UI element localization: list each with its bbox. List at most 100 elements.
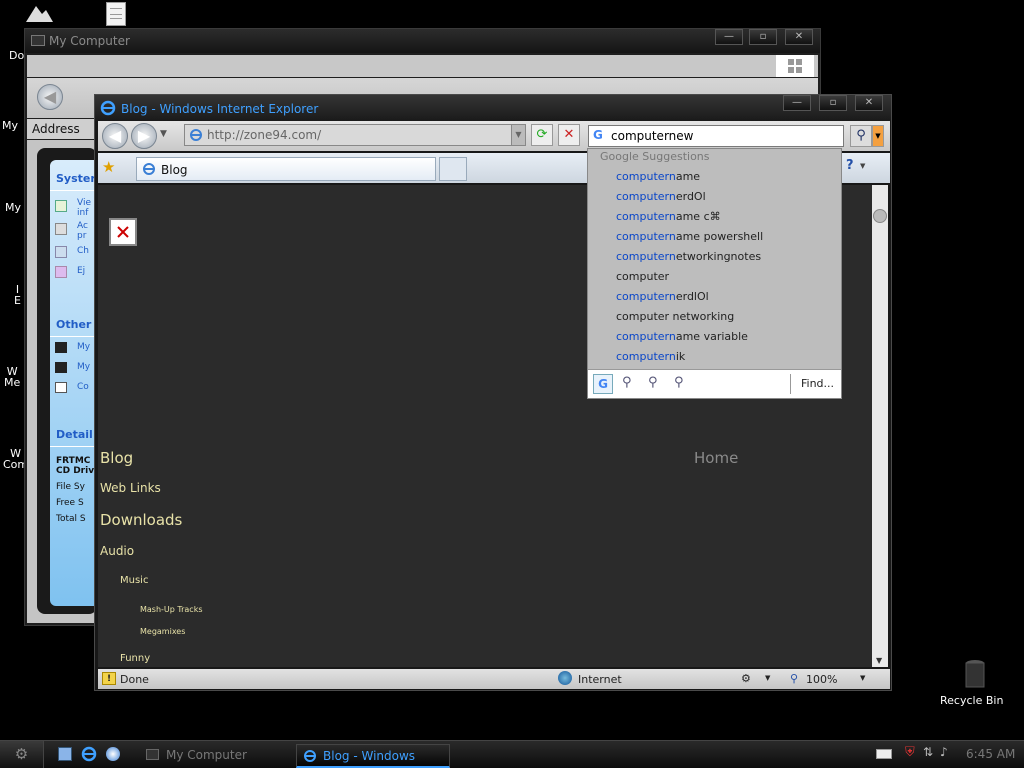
- recycle-bin-label[interactable]: Recycle Bin: [940, 694, 1003, 707]
- ie-task-icon: [304, 750, 316, 762]
- media-player-icon[interactable]: [106, 747, 120, 761]
- recycle-bin-icon[interactable]: [963, 658, 987, 690]
- suggestion-item[interactable]: computernerdOl: [616, 190, 706, 203]
- suggestion-item[interactable]: computer: [616, 270, 669, 283]
- suggestion-item[interactable]: computername: [616, 170, 700, 183]
- system-tasks-heading[interactable]: Syster: [56, 172, 96, 185]
- windows-logo: [776, 55, 814, 77]
- scroll-down-icon[interactable]: ▼: [876, 656, 882, 665]
- other-place-link[interactable]: My: [77, 342, 90, 352]
- security-shield-icon[interactable]: ⛨: [905, 745, 915, 760]
- nav-link-home[interactable]: Home: [694, 449, 738, 467]
- suggestion-item[interactable]: computername c⌘: [616, 210, 721, 223]
- zoom-icon[interactable]: ⚲: [790, 672, 798, 685]
- nav-link-funny[interactable]: Funny: [120, 653, 150, 664]
- other-place-link[interactable]: Co: [77, 382, 89, 392]
- ie-quicklaunch-icon[interactable]: [81, 746, 98, 763]
- nav-link-downloads[interactable]: Downloads: [100, 511, 182, 529]
- vertical-scrollbar[interactable]: ▼: [872, 185, 888, 667]
- favorites-star-icon[interactable]: ★: [102, 158, 115, 176]
- keyboard-icon[interactable]: [876, 749, 892, 759]
- close-button[interactable]: ✕: [855, 95, 883, 111]
- refresh-button[interactable]: ⟳: [531, 124, 553, 146]
- scroll-thumb[interactable]: [873, 209, 887, 223]
- protected-mode-icon[interactable]: ⚙: [741, 672, 751, 685]
- suggestion-item[interactable]: computernetworkingnotes: [616, 250, 761, 263]
- broken-image-icon: [109, 218, 137, 246]
- desktop-icon-label[interactable]: I E: [14, 284, 21, 306]
- my-computer-titlebar[interactable]: My Computer — ▫ ✕: [25, 29, 820, 53]
- nav-link-mashup-tracks[interactable]: Mash-Up Tracks: [140, 605, 203, 614]
- other-places-heading[interactable]: Other: [56, 318, 91, 331]
- other-place-link[interactable]: My: [77, 362, 90, 372]
- suggestion-item[interactable]: computer networking: [616, 310, 734, 323]
- suggestion-item[interactable]: computername powershell: [616, 230, 763, 243]
- system-task-link[interactable]: Ej: [77, 266, 85, 276]
- forward-button[interactable]: ▶: [131, 123, 157, 149]
- system-task-link[interactable]: Ch: [77, 246, 89, 256]
- search-provider-icon[interactable]: ⚲: [648, 375, 658, 390]
- close-button[interactable]: ✕: [785, 29, 813, 45]
- back-button[interactable]: ◀: [102, 123, 128, 149]
- nav-link-audio[interactable]: Audio: [100, 544, 134, 558]
- minimize-button[interactable]: —: [715, 29, 743, 45]
- search-button[interactable]: ⚲: [850, 125, 872, 147]
- history-dropdown-icon[interactable]: ▼: [160, 129, 167, 139]
- network-icon[interactable]: ⇅: [923, 745, 933, 759]
- minimize-button[interactable]: —: [783, 95, 811, 111]
- address-field[interactable]: http://zone94.com/ ▼: [184, 124, 526, 146]
- zone-label[interactable]: Internet: [578, 673, 622, 686]
- system-task-link[interactable]: Vie inf: [77, 198, 91, 218]
- warning-icon[interactable]: !: [102, 672, 116, 685]
- task-my-computer[interactable]: My Computer: [140, 744, 290, 768]
- status-text: Done: [120, 673, 149, 686]
- ie-titlebar[interactable]: Blog - Windows Internet Explorer — ▫ ✕: [95, 95, 891, 121]
- task-ie-blog[interactable]: Blog - Windows Inter...: [296, 744, 450, 768]
- computer-icon: [146, 749, 159, 760]
- desktop-icon-label[interactable]: My: [2, 119, 18, 132]
- page-icon: [190, 129, 202, 141]
- search-input[interactable]: G computernew: [588, 125, 844, 147]
- details-heading[interactable]: Detail: [56, 428, 93, 441]
- new-tab-button[interactable]: [439, 157, 467, 181]
- zoom-dropdown-icon[interactable]: ▼: [860, 674, 865, 682]
- nav-link-music[interactable]: Music: [120, 575, 148, 586]
- suggestion-item[interactable]: computernik: [616, 350, 685, 363]
- start-button[interactable]: ⚙: [0, 741, 44, 768]
- find-button[interactable]: Find...: [801, 377, 834, 390]
- google-provider-icon[interactable]: G: [593, 374, 613, 394]
- zoom-level[interactable]: 100%: [806, 673, 837, 686]
- tab-blog[interactable]: Blog: [136, 157, 436, 181]
- system-task-link[interactable]: Ac pr: [77, 221, 88, 241]
- back-button[interactable]: ◀: [37, 84, 63, 110]
- maximize-button[interactable]: ▫: [749, 29, 777, 45]
- details-line: Free S: [56, 498, 84, 508]
- suggestions-heading: Google Suggestions: [600, 150, 710, 163]
- desktop-icon-mountain[interactable]: [24, 2, 54, 24]
- help-icon[interactable]: ?: [846, 158, 854, 173]
- help-dropdown-icon[interactable]: ▼: [860, 162, 865, 170]
- search-options-icon[interactable]: ▼: [872, 125, 884, 147]
- task-label: My Computer: [166, 748, 247, 762]
- settings-dropdown-icon[interactable]: ▼: [765, 674, 770, 682]
- taskbar: ⚙ My Computer Blog - Windows Inter... ⛨ …: [0, 740, 1024, 768]
- desktop-icon-label[interactable]: Do: [9, 49, 24, 62]
- nav-link-blog[interactable]: Blog: [100, 449, 133, 467]
- suggestion-item[interactable]: computername variable: [616, 330, 748, 343]
- search-provider-icon[interactable]: ⚲: [674, 375, 684, 390]
- nav-link-megamixes[interactable]: Megamixes: [140, 627, 185, 636]
- search-provider-icon[interactable]: ⚲: [622, 375, 632, 390]
- maximize-button[interactable]: ▫: [819, 95, 847, 111]
- desktop-icon-label[interactable]: My: [5, 201, 21, 214]
- sidebar-frame: Syster Vie inf Ac pr Ch Ej Other My My C…: [37, 148, 100, 614]
- stop-button[interactable]: ✕: [558, 124, 580, 146]
- desktop-icon-label[interactable]: W Me: [4, 366, 20, 388]
- volume-icon[interactable]: ♪: [940, 745, 948, 759]
- show-desktop-icon[interactable]: [58, 747, 72, 761]
- control-panel-icon: [55, 382, 67, 393]
- address-dropdown-icon[interactable]: ▼: [511, 125, 525, 145]
- suggestion-item[interactable]: computernerdlOl: [616, 290, 709, 303]
- clock[interactable]: 6:45 AM: [966, 747, 1015, 761]
- notepad-icon[interactable]: [106, 2, 126, 26]
- nav-link-web-links[interactable]: Web Links: [100, 481, 161, 495]
